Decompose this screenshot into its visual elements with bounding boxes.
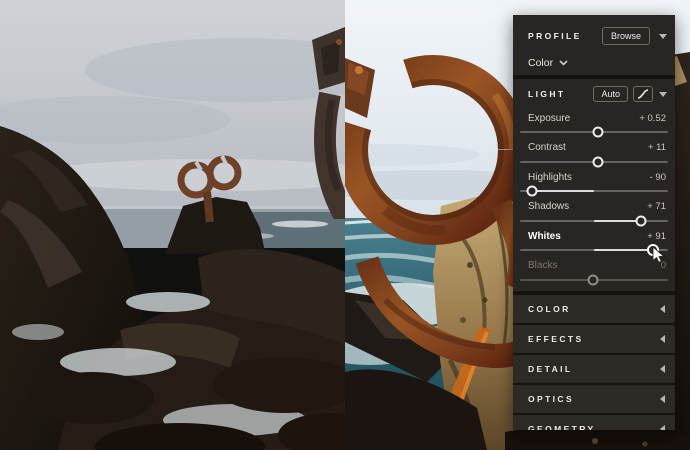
app-window: PROFILE Browse Color LIGHT Auto Exposure… (0, 0, 690, 450)
profile-section: PROFILE Browse Color (513, 15, 675, 75)
slider-value: + 0.52 (639, 112, 666, 124)
slider-track[interactable] (520, 243, 668, 264)
slider-label: Exposure (528, 112, 571, 124)
section-header-optics[interactable]: OPTICS (513, 385, 675, 413)
slider-row-exposure: Exposure + 0.52 (520, 109, 668, 139)
triangle-left-icon (660, 395, 665, 403)
slider-label: Shadows (528, 201, 570, 212)
section-label: OPTICS (528, 394, 575, 404)
profile-selected-value: Color (528, 57, 554, 69)
slider-value: + 71 (647, 201, 666, 212)
slider-row-highlights: Highlights - 90 (520, 168, 668, 198)
section-label: COLOR (528, 304, 571, 314)
slider-label: Blacks (528, 260, 558, 271)
triangle-left-icon (660, 305, 665, 313)
profile-selector[interactable]: Color (528, 51, 667, 75)
triangle-left-icon (660, 425, 665, 430)
slider-row-whites: Whites + 91 (520, 227, 668, 264)
slider-knob[interactable] (526, 185, 538, 197)
slider-value: + 91 (647, 230, 666, 242)
slider-label: Whites (528, 230, 561, 242)
triangle-down-icon[interactable] (659, 33, 667, 39)
slider-value: - 90 (649, 171, 666, 183)
slider-knob[interactable] (635, 215, 647, 226)
section-label: EFFECTS (528, 334, 584, 344)
photo-before-half[interactable] (0, 0, 345, 450)
tone-curve-icon (637, 89, 649, 99)
slider-row-blacks: Blacks 0 (520, 257, 668, 287)
profile-section-title: PROFILE (528, 31, 582, 41)
section-header-color[interactable]: COLOR (513, 295, 675, 323)
section-label: DETAIL (528, 364, 573, 374)
section-header-detail[interactable]: DETAIL (513, 355, 675, 383)
browse-button[interactable]: Browse (601, 27, 650, 45)
slider-knob[interactable] (592, 126, 604, 138)
light-sliders: Exposure + 0.52 Contrast + 11 Highlights… (513, 109, 675, 286)
mouse-cursor-icon (652, 246, 665, 269)
light-section: LIGHT Auto Exposure + 0.52 Contrast + 11… (513, 79, 675, 291)
triangle-down-icon[interactable] (659, 91, 667, 97)
section-label: GEOMETRY (528, 424, 596, 430)
slider-track[interactable] (520, 155, 668, 168)
slider-track[interactable] (520, 125, 668, 138)
section-header-geometry[interactable]: GEOMETRY (513, 415, 675, 430)
slider-row-shadows: Shadows + 71 (520, 198, 668, 228)
chevron-down-icon (559, 60, 568, 66)
slider-label: Contrast (528, 142, 566, 153)
slider-track[interactable] (520, 273, 668, 286)
slider-value: + 11 (647, 142, 666, 153)
slider-knob[interactable] (592, 156, 604, 167)
before-photo-illustration (0, 0, 345, 450)
slider-row-contrast: Contrast + 11 (520, 139, 668, 169)
auto-button[interactable]: Auto (593, 86, 628, 102)
tone-curve-button[interactable] (633, 86, 653, 102)
triangle-left-icon (660, 365, 665, 373)
slider-track[interactable] (520, 214, 668, 227)
section-header-effects[interactable]: EFFECTS (513, 325, 675, 353)
slider-track[interactable] (520, 184, 668, 197)
slider-knob[interactable] (587, 274, 599, 285)
edit-panel: PROFILE Browse Color LIGHT Auto Exposure… (513, 15, 675, 430)
light-section-title: LIGHT (528, 89, 566, 99)
slider-label: Highlights (528, 171, 572, 183)
triangle-left-icon (660, 335, 665, 343)
